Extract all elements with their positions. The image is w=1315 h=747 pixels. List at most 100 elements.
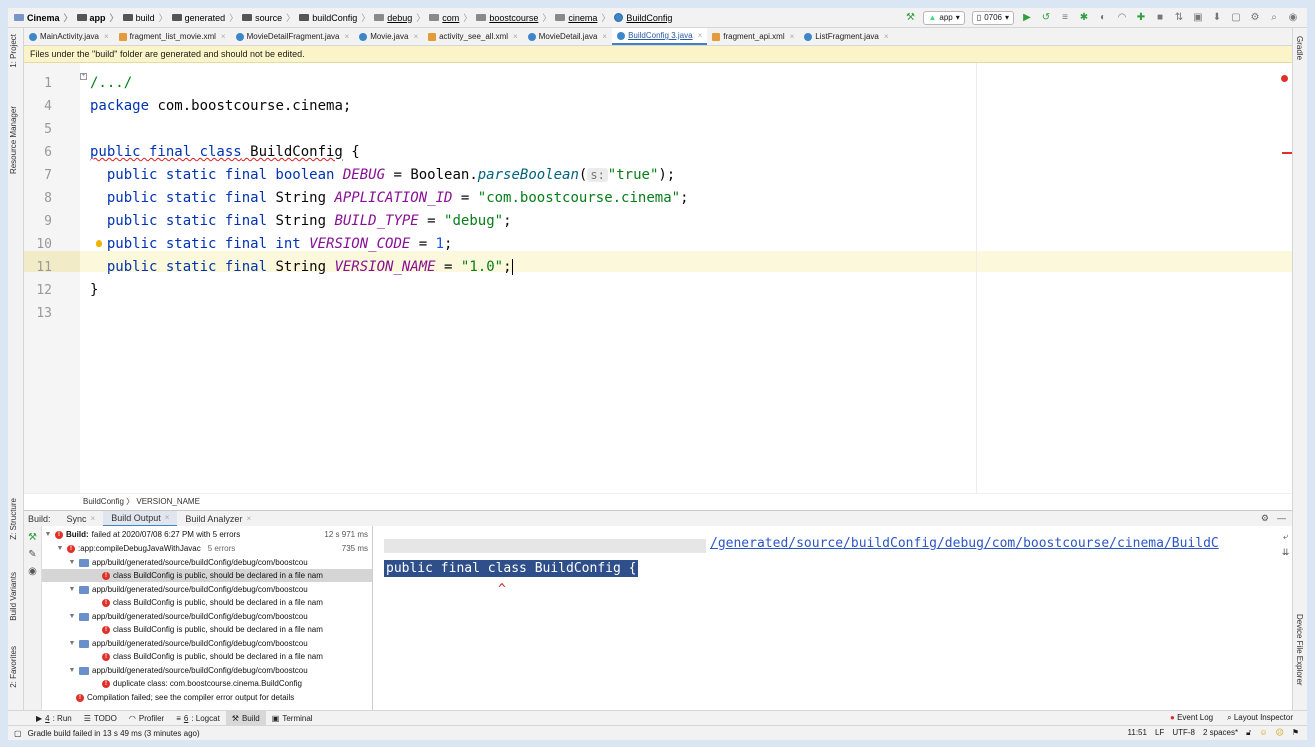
close-icon[interactable]: × (513, 32, 518, 41)
close-icon[interactable]: × (246, 514, 251, 523)
tab-listfragment[interactable]: ListFragment.java × (799, 28, 893, 45)
tree-error[interactable]: ! class BuildConfig is public, should be … (42, 569, 372, 582)
close-icon[interactable]: × (345, 32, 350, 41)
error-file-link[interactable]: /generated/source/buildConfig/debug/com/… (710, 536, 1219, 551)
scroll-to-end-icon[interactable]: ⇊ (1279, 547, 1292, 558)
tree-error[interactable]: ! class BuildConfig is public, should be … (102, 596, 323, 609)
run-tool-button[interactable]: ▶ 4: Run (30, 711, 78, 726)
build-output-console[interactable]: /generated/source/buildConfig/debug/com/… (374, 526, 1279, 710)
indent-setting[interactable]: 2 spaces* (1203, 728, 1238, 738)
tab-fragment-api[interactable]: fragment_api.xml × (707, 28, 799, 45)
project-tool-tab[interactable]: 1: Project (9, 34, 18, 68)
crumb-module[interactable]: app 〉 (76, 11, 123, 24)
sdk-manager-icon[interactable]: ⬇ (1211, 12, 1223, 23)
eye-icon[interactable]: ◉ (24, 566, 41, 577)
lock-icon[interactable]: 🔓︎ (1246, 728, 1251, 738)
close-icon[interactable]: × (221, 32, 226, 41)
soft-wrap-icon[interactable]: ⤶ (1279, 531, 1292, 542)
close-icon[interactable]: × (602, 32, 607, 41)
avd-manager-icon[interactable]: ▣ (1192, 12, 1204, 23)
gradle-tool-tab[interactable]: Gradle (1295, 36, 1304, 60)
file-encoding[interactable]: UTF-8 (1172, 728, 1195, 738)
close-icon[interactable]: × (413, 32, 418, 41)
crumb-project[interactable]: Cinema 〉 (14, 11, 77, 24)
tree-file[interactable]: ▼ app/build/generated/source/buildConfig/… (68, 556, 308, 569)
resource-manager-tool-tab[interactable]: Resource Manager (9, 106, 18, 174)
crumb-cinema[interactable]: cinema 〉 (555, 11, 614, 24)
layout-inspector-button[interactable]: ⌕ Layout Inspector (1227, 713, 1293, 723)
settings-icon[interactable]: ⚙ (1249, 12, 1261, 23)
logcat-tool-button[interactable]: ≡ 6: Logcat (170, 711, 226, 726)
profiler-tool-button[interactable]: ◠ Profiler (123, 711, 170, 726)
attach-debugger-icon[interactable]: ✚ (1135, 12, 1147, 23)
inspector-icon[interactable]: ⚑ (1292, 728, 1299, 738)
crumb-com[interactable]: com 〉 (429, 11, 476, 24)
tab-moviedetailfragment[interactable]: MovieDetailFragment.java × (231, 28, 355, 45)
crumb-generated[interactable]: generated 〉 (171, 11, 243, 24)
close-icon[interactable]: × (104, 32, 109, 41)
close-icon[interactable]: × (790, 32, 795, 41)
tab-sync[interactable]: Sync × (59, 511, 104, 527)
fold-toggle-icon[interactable]: + (80, 73, 87, 80)
tree-file[interactable]: ▼ app/build/generated/source/buildConfig/… (68, 583, 308, 596)
tab-build-output[interactable]: Build Output × (103, 510, 178, 527)
crumb-buildconfig-folder[interactable]: buildConfig 〉 (299, 11, 374, 24)
gear-icon[interactable]: ⚙ (1261, 513, 1269, 524)
build-tool-button[interactable]: ⚒ Build (225, 710, 266, 726)
tab-moviedetail[interactable]: MovieDetail.java × (523, 28, 612, 45)
tab-fragment-list-movie[interactable]: fragment_list_movie.xml × (114, 28, 231, 45)
crumb-build[interactable]: build 〉 (122, 11, 172, 24)
pin-icon[interactable]: ✎ (24, 549, 41, 560)
tree-file[interactable]: ▼ app/build/generated/source/buildConfig/… (68, 664, 308, 677)
tab-mainactivity[interactable]: MainActivity.java × (24, 28, 114, 45)
device-select[interactable]: ▯ 0706 ▾ (971, 10, 1014, 25)
hammer-icon[interactable]: ⚒ (24, 532, 41, 543)
profile-icon[interactable]: ◠ (1116, 12, 1128, 23)
search-icon[interactable]: ⌕ (1268, 12, 1280, 23)
stop-icon[interactable]: ■ (1154, 12, 1166, 23)
layout-inspector-icon[interactable]: ▢ (1230, 12, 1242, 23)
tree-file[interactable]: ▼ app/build/generated/source/buildConfig/… (68, 637, 308, 650)
face-icon[interactable]: ☺ (1259, 728, 1267, 738)
close-icon[interactable]: × (884, 32, 889, 41)
close-icon[interactable]: × (698, 31, 703, 40)
tree-file[interactable]: ▼ app/build/generated/source/buildConfig/… (68, 610, 308, 623)
window-icon[interactable]: ▢ (14, 729, 22, 738)
status-message[interactable]: Gradle build failed in 13 s 49 ms (3 min… (28, 729, 200, 738)
structure-tool-tab[interactable]: Z: Structure (9, 498, 18, 540)
close-icon[interactable]: × (165, 513, 170, 522)
todo-tool-button[interactable]: ☰ TODO (78, 711, 123, 726)
tab-movie[interactable]: Movie.java × (354, 28, 423, 45)
debug-icon[interactable]: ✱ (1078, 12, 1090, 23)
build-variants-tool-tab[interactable]: Build Variants (9, 572, 18, 621)
close-icon[interactable]: × (91, 514, 96, 523)
crumb-debug[interactable]: debug 〉 (374, 11, 429, 24)
event-log-button[interactable]: ● Event Log (1170, 713, 1213, 723)
caret-position[interactable]: 11:51 (1128, 728, 1147, 738)
hammer-icon[interactable]: ⚒ (904, 12, 916, 23)
code-editor[interactable]: + 1 4 5 6 7 8 9 10 11 12 13 /.../ packag… (24, 63, 1292, 493)
tree-error[interactable]: ! class BuildConfig is public, should be … (102, 623, 323, 636)
tab-build-analyzer[interactable]: Build Analyzer × (177, 511, 259, 527)
tab-activity-see-all[interactable]: activity_see_all.xml × (423, 28, 523, 45)
sync-gradle-icon[interactable]: ⇅ (1173, 12, 1185, 23)
terminal-tool-button[interactable]: ▣ Terminal (266, 711, 319, 726)
favorites-tool-tab[interactable]: 2: Favorites (9, 646, 18, 688)
crumb-source[interactable]: source 〉 (242, 11, 299, 24)
crumb-class[interactable]: BuildConfig (614, 13, 672, 23)
crumb-boostcourse[interactable]: boostcourse 〉 (476, 11, 555, 24)
tab-buildconfig[interactable]: BuildConfig 3.java × (612, 28, 708, 45)
tree-error[interactable]: ! duplicate class: com.boostcourse.cinema… (102, 677, 302, 690)
apply-code-icon[interactable]: ≡ (1059, 12, 1071, 23)
code-breadcrumb[interactable]: BuildConfig 〉 VERSION_NAME (24, 493, 1292, 509)
run-icon[interactable]: ▶ (1021, 12, 1033, 23)
minimize-icon[interactable]: — (1277, 513, 1286, 524)
tree-task[interactable]: ▼!:app:compileDebugJavaWithJavac 5 errors… (56, 542, 372, 555)
tree-root[interactable]: ▼! Build: failed at 2020/07/08 6:27 PM wit… (44, 528, 372, 541)
tree-error[interactable]: ! class BuildConfig is public, should be … (102, 650, 323, 663)
line-separator[interactable]: LF (1155, 728, 1164, 738)
account-icon[interactable]: ◉ (1287, 12, 1299, 23)
tree-compilation-failed[interactable]: ! Compilation failed; see the compiler er… (76, 691, 294, 704)
error-stripe-marker[interactable] (1282, 152, 1292, 154)
device-file-explorer-tool-tab[interactable]: Device File Explorer (1295, 614, 1304, 686)
